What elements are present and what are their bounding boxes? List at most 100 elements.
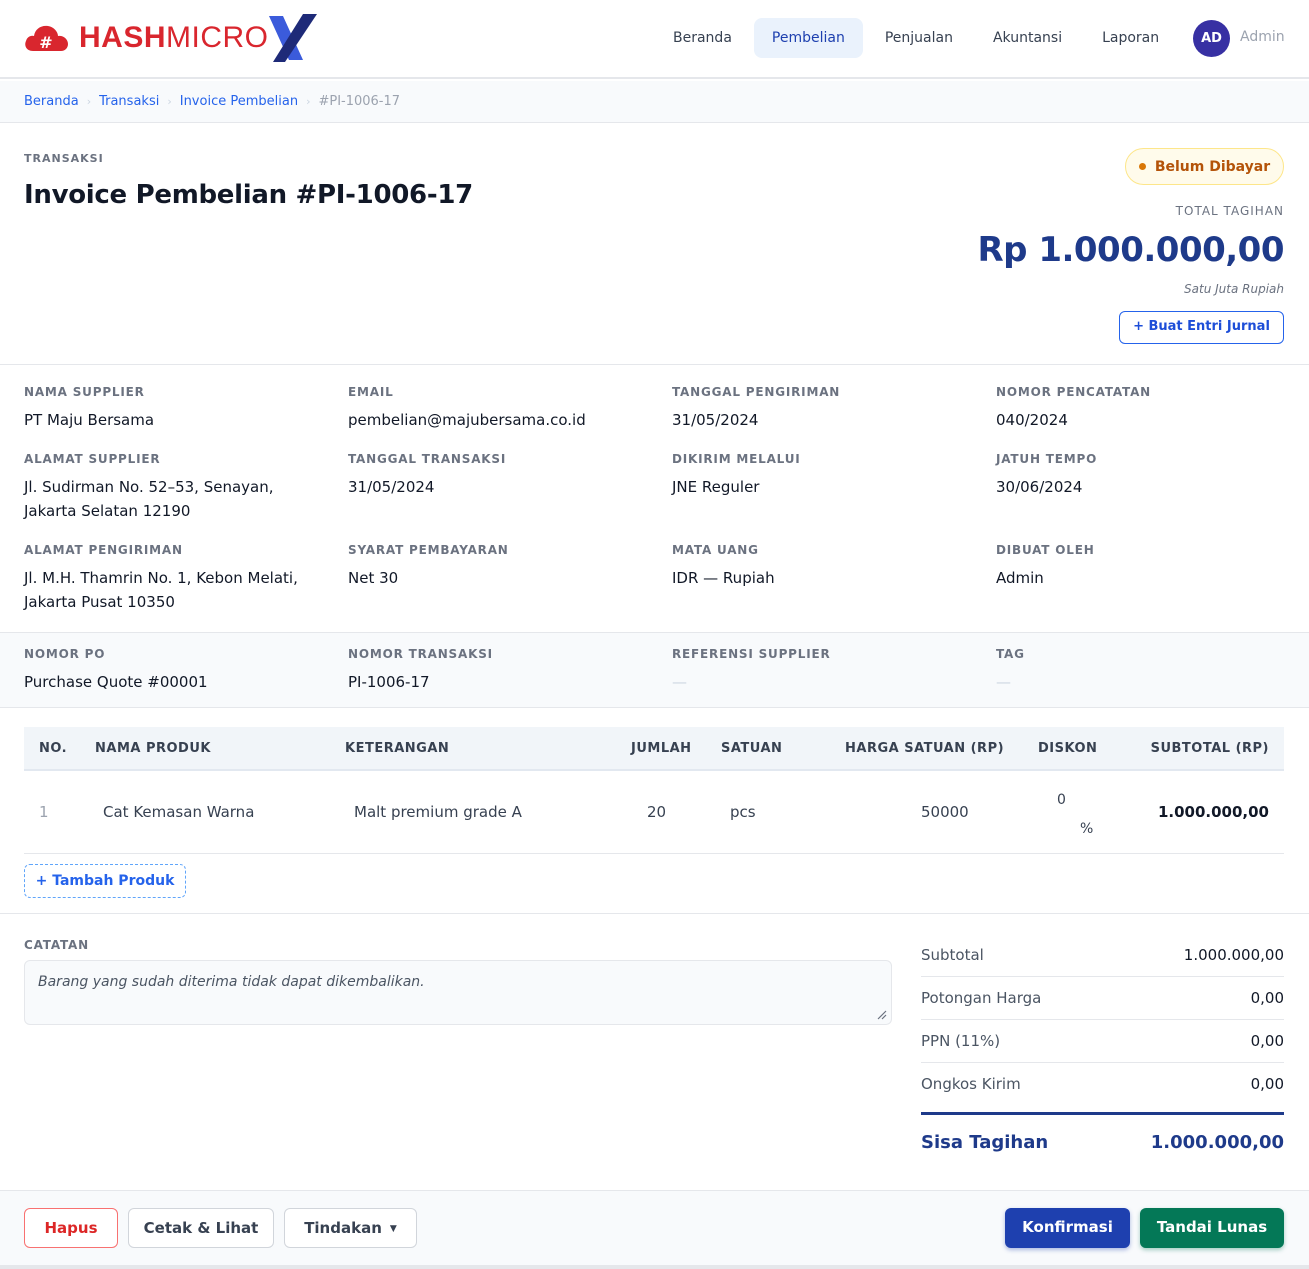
ship-address-line1: Jl. M.H. Thamrin No. 1, Kebon Melati, (24, 569, 298, 587)
nav-item-laporan[interactable]: Laporan (1084, 18, 1177, 58)
status-label: Belum Dibayar (1154, 158, 1271, 175)
delete-button[interactable]: Hapus (24, 1208, 118, 1248)
page-title: Invoice Pembelian #PI-1006-17 (24, 180, 473, 210)
brand-name: HASHMICRO (79, 21, 269, 54)
supplier-name-value: PT Maju Bersama (24, 411, 155, 429)
shipped-via-label: DIKIRIM MELALUI (672, 452, 801, 466)
page-eyebrow: TRANSAKSI (24, 152, 104, 165)
summary-value: 0,00 (1250, 1032, 1284, 1050)
trx-date-label: TANGGAL TRANSAKSI (348, 452, 507, 466)
email-label: EMAIL (348, 385, 394, 399)
section-divider (0, 364, 1309, 365)
ship-date-value: 31/05/2024 (672, 411, 759, 429)
svg-text:#: # (39, 33, 52, 52)
confirm-button[interactable]: Konfirmasi (1005, 1208, 1130, 1248)
tag-label: TAG (996, 647, 1025, 661)
total-amount-words: Satu Juta Rupiah (1184, 282, 1284, 296)
resize-handle-icon[interactable] (877, 1010, 887, 1020)
section-divider (0, 913, 1309, 914)
print-preview-button[interactable]: Cetak & Lihat (128, 1208, 274, 1248)
brand-x-mark-icon (268, 14, 317, 62)
payment-terms-label: SYARAT PEMBAYARAN (348, 543, 509, 557)
row-discount[interactable]: 0 (1057, 792, 1066, 808)
main-nav: Beranda Pembelian Penjualan Akuntansi La… (655, 18, 1181, 58)
create-journal-entry-button[interactable]: + Buat Entri Jurnal (1119, 311, 1284, 344)
summary-row-discount: Potongan Harga 0,00 (921, 977, 1284, 1020)
summary-total-divider (921, 1112, 1284, 1115)
breadcrumb-current: #PI-1006-17 (318, 94, 401, 109)
brand-logo[interactable]: # HASHMICRO (23, 10, 321, 66)
col-subtotal: SUBTOTAL (RP) (1150, 741, 1269, 756)
created-by-value: Admin (996, 569, 1044, 587)
nav-item-akuntansi[interactable]: Akuntansi (975, 18, 1080, 58)
currency-label: MATA UANG (672, 543, 759, 557)
record-no-value: 040/2024 (996, 411, 1068, 429)
email-value[interactable]: pembelian@majubersama.co.id (348, 408, 586, 432)
row-product[interactable]: Cat Kemasan Warna (103, 803, 254, 821)
ship-address-line2: Jakarta Pusat 10350 (24, 593, 175, 611)
col-unit: SATUAN (721, 741, 783, 756)
balance-due-label: Sisa Tagihan (921, 1132, 1049, 1153)
po-no-label: NOMOR PO (24, 647, 106, 661)
po-no-value[interactable]: Purchase Quote #00001 (24, 670, 208, 694)
ship-date-label: TANGGAL PENGIRIMAN (672, 385, 841, 399)
payment-terms-value: Net 30 (348, 569, 399, 587)
chevron-right-icon: › (167, 95, 172, 108)
col-discount: DISKON (1038, 741, 1098, 756)
row-discount-unit: % (1080, 821, 1094, 837)
currency-value: IDR — Rupiah (672, 569, 775, 587)
top-navbar: # HASHMICRO Beranda Pembelian Penjualan … (0, 0, 1309, 79)
summary-value: 0,00 (1250, 1075, 1284, 1093)
total-amount: Rp 1.000.000,00 (977, 230, 1284, 270)
row-price[interactable]: 50000 (921, 803, 969, 821)
row-description[interactable]: Malt premium grade A (354, 803, 522, 821)
summary-label: Potongan Harga (921, 989, 1042, 1007)
status-badge: Belum Dibayar (1125, 148, 1284, 185)
items-table-header: NO. NAMA PRODUK KETERANGAN JUMLAH SATUAN… (24, 727, 1284, 771)
trx-no-label: NOMOR TRANSAKSI (348, 647, 493, 661)
row-subtotal: 1.000.000,00 (1157, 803, 1269, 821)
tag-value: — (996, 673, 1011, 691)
add-product-button[interactable]: + Tambah Produk (24, 864, 186, 898)
col-price: HARGA SATUAN (RP) (845, 741, 1005, 756)
trx-date-value: 31/05/2024 (348, 478, 435, 496)
chevron-right-icon: › (86, 95, 92, 108)
notes-textarea[interactable]: Barang yang sudah diterima tidak dapat d… (24, 960, 892, 1025)
row-qty[interactable]: 20 (647, 803, 666, 821)
record-no-label: NOMOR PENCATATAN (996, 385, 1151, 399)
supplier-ref-label: REFERENSI SUPPLIER (672, 647, 831, 661)
summary-label: Subtotal (921, 946, 984, 964)
chevron-right-icon: › (306, 95, 311, 108)
actions-label: Tindakan (304, 1219, 382, 1237)
due-date-value: 30/06/2024 (996, 478, 1083, 496)
row-unit[interactable]: pcs (730, 803, 756, 821)
summary-row-shipping: Ongkos Kirim 0,00 (921, 1063, 1284, 1106)
summary-label: PPN (11%) (921, 1032, 1001, 1050)
summary-row-tax: PPN (11%) 0,00 (921, 1020, 1284, 1063)
summary-label: Ongkos Kirim (921, 1075, 1021, 1093)
breadcrumb-beranda[interactable]: Beranda (24, 94, 79, 109)
due-date-label: JATUH TEMPO (996, 452, 1098, 466)
created-by-label: DIBUAT OLEH (996, 543, 1095, 557)
summary-value: 1.000.000,00 (1183, 946, 1284, 964)
col-description: KETERANGAN (345, 741, 450, 756)
col-qty: JUMLAH (631, 741, 692, 756)
caret-down-icon: ▼ (389, 1224, 397, 1234)
nav-item-beranda[interactable]: Beranda (655, 18, 750, 58)
nav-item-pembelian[interactable]: Pembelian (753, 18, 863, 58)
user-name[interactable]: Admin (1240, 29, 1285, 45)
col-no: NO. (39, 741, 68, 756)
actions-dropdown-button[interactable]: Tindakan ▼ (284, 1208, 417, 1248)
supplier-name-label: NAMA SUPPLIER (24, 385, 145, 399)
balance-due-value: 1.000.000,00 (1150, 1132, 1284, 1153)
supplier-address-label: ALAMAT SUPPLIER (24, 452, 161, 466)
breadcrumb-invoice-pembelian[interactable]: Invoice Pembelian (180, 94, 298, 109)
mark-paid-button[interactable]: Tandai Lunas (1140, 1208, 1284, 1248)
supplier-ref-value: — (672, 673, 687, 691)
total-label: TOTAL TAGIHAN (1175, 204, 1284, 218)
breadcrumb-transaksi[interactable]: Transaksi (99, 94, 159, 109)
cloud-logo-icon: # (25, 25, 68, 52)
avatar[interactable]: AD (1193, 20, 1230, 57)
row-no: 1 (39, 803, 49, 821)
nav-item-penjualan[interactable]: Penjualan (867, 18, 971, 58)
